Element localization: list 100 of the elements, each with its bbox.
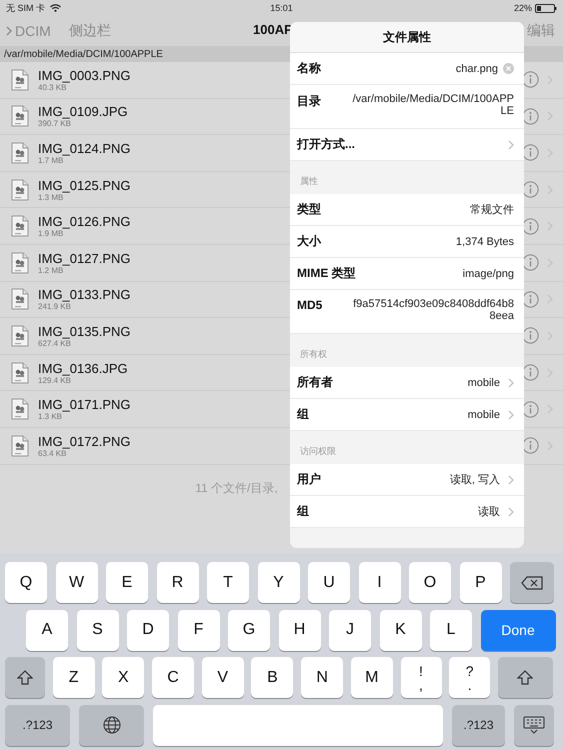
- keyboard-key[interactable]: U: [308, 562, 350, 603]
- popover-title: 文件属性: [383, 28, 431, 46]
- property-value: 1,374 Bytes: [456, 236, 514, 248]
- keyboard-key[interactable]: A: [26, 610, 68, 650]
- file-name: IMG_0127.PNG: [38, 250, 130, 266]
- chevron-icon: [508, 140, 514, 150]
- property-label: MIME 类型: [297, 265, 356, 282]
- name-field[interactable]: char.png: [398, 62, 498, 74]
- back-chevron-icon: [6, 26, 12, 36]
- info-icon[interactable]: [522, 327, 539, 344]
- keyboard-key[interactable]: D: [127, 610, 169, 650]
- keyboard-key[interactable]: Z: [52, 657, 95, 698]
- keyboard-key[interactable]: F: [178, 610, 220, 650]
- file-size: 390.7 KB: [38, 119, 71, 128]
- keyboard-key[interactable]: J: [329, 610, 371, 650]
- file-name: IMG_0126.PNG: [38, 214, 130, 230]
- file-size: 1.9 MB: [38, 229, 64, 238]
- keyboard-key[interactable]: P: [460, 562, 502, 603]
- battery-percent: 22%: [514, 3, 532, 13]
- clock-text: 15:01: [270, 3, 293, 13]
- info-icon[interactable]: [522, 400, 539, 418]
- file-size: 1.3 KB: [38, 412, 64, 422]
- keyboard-key[interactable]: ? .: [449, 657, 490, 698]
- keyboard-key[interactable]: Q: [5, 562, 47, 603]
- chevron-icon: [508, 474, 514, 484]
- keyboard-key[interactable]: R: [156, 562, 198, 603]
- property-value: image/png: [462, 268, 514, 280]
- info-icon[interactable]: [522, 71, 539, 88]
- keyboard-key[interactable]: V: [202, 657, 244, 698]
- keyboard-key[interactable]: O: [409, 562, 451, 603]
- done-key[interactable]: Done: [480, 610, 556, 650]
- file-count: 11 个文件/目录,: [195, 480, 278, 495]
- keyboard-key[interactable]: H: [278, 610, 320, 650]
- file-size: 129.4 KB: [38, 376, 71, 385]
- keyboard-key[interactable]: X: [102, 657, 144, 698]
- numbers-key[interactable]: .?123: [5, 704, 70, 746]
- keyboard-key[interactable]: S: [76, 610, 118, 650]
- image-file-icon: [11, 252, 29, 274]
- image-file-icon: [11, 105, 29, 128]
- info-icon[interactable]: [522, 254, 539, 272]
- info-icon[interactable]: [522, 181, 539, 198]
- shift-icon: [17, 670, 33, 685]
- delete-key[interactable]: [510, 562, 554, 603]
- file-name: IMG_0133.PNG: [38, 287, 130, 302]
- file-size: 63.4 KB: [38, 448, 66, 458]
- image-file-icon: [11, 288, 29, 310]
- chevron-icon: [508, 506, 514, 516]
- image-file-icon: [11, 362, 29, 384]
- keyboard-key[interactable]: M: [350, 657, 393, 698]
- file-size: 1.7 MB: [38, 156, 64, 165]
- image-file-icon: [11, 68, 29, 91]
- shift-key[interactable]: [498, 657, 553, 698]
- file-size: 1.3 MB: [38, 192, 64, 202]
- info-icon[interactable]: [522, 437, 539, 454]
- file-name: IMG_0171.PNG: [38, 397, 130, 412]
- chevron-icon: [508, 378, 514, 388]
- info-icon[interactable]: [522, 144, 539, 162]
- chevron-icon: [508, 410, 514, 420]
- field-label: 名称: [297, 60, 321, 77]
- globe-key[interactable]: [79, 704, 144, 746]
- info-icon[interactable]: [522, 290, 539, 308]
- keyboard-key[interactable]: T: [207, 562, 249, 603]
- hide-keyboard-key[interactable]: [514, 704, 554, 746]
- keyboard-key[interactable]: W: [56, 562, 98, 603]
- file-name: IMG_0136.JPG: [38, 360, 128, 376]
- keyboard-key[interactable]: B: [251, 657, 294, 698]
- info-icon[interactable]: [522, 364, 539, 382]
- delete-icon: [521, 576, 543, 590]
- keyboard-key[interactable]: C: [152, 657, 194, 698]
- section-header: 访问权限: [300, 445, 336, 458]
- keyboard-icon: [523, 716, 545, 734]
- file-name: IMG_0109.JPG: [38, 104, 128, 120]
- shift-icon: [517, 670, 534, 685]
- file-name: IMG_0124.PNG: [38, 140, 130, 156]
- image-file-icon: [11, 324, 29, 347]
- keyboard-key[interactable]: I: [358, 562, 400, 603]
- shift-key[interactable]: [5, 657, 45, 698]
- image-file-icon: [11, 178, 29, 201]
- numbers-key[interactable]: .?123: [452, 704, 505, 746]
- battery-icon: [535, 4, 557, 12]
- section-header: 属性: [300, 175, 318, 188]
- wifi-icon: [50, 4, 62, 12]
- image-file-icon: [11, 215, 29, 238]
- file-name: IMG_0003.PNG: [38, 68, 130, 83]
- keyboard-key[interactable]: Y: [258, 562, 300, 603]
- file-size: 241.9 KB: [38, 302, 72, 312]
- file-name: IMG_0125.PNG: [38, 178, 130, 193]
- keyboard-key[interactable]: G: [228, 610, 270, 650]
- keyboard-key[interactable]: K: [380, 610, 422, 650]
- nav-title: 100AP: [253, 22, 293, 37]
- file-size: 627.4 KB: [38, 338, 71, 348]
- keyboard-key[interactable]: N: [301, 657, 344, 698]
- keyboard-key[interactable]: ! ,: [400, 657, 442, 698]
- keyboard-key[interactable]: L: [430, 610, 472, 650]
- keyboard-key[interactable]: E: [106, 562, 148, 603]
- info-icon[interactable]: [522, 218, 539, 235]
- image-file-icon: [11, 142, 29, 164]
- globe-icon: [102, 716, 120, 734]
- info-icon[interactable]: [522, 108, 539, 125]
- carrier-text: 无 SIM 卡: [6, 2, 46, 14]
